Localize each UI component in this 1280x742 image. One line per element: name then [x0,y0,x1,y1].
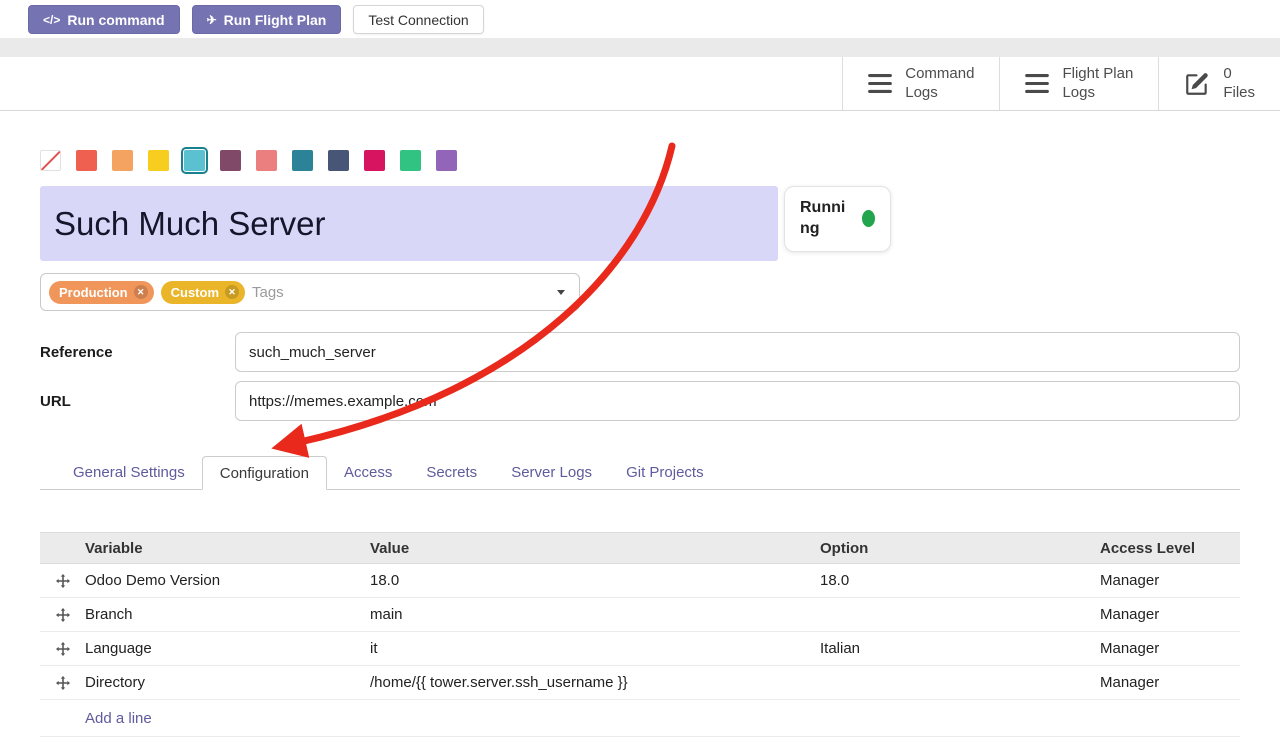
stat-command-logs-label: Command Logs [905,65,974,103]
tab-secrets[interactable]: Secrets [409,456,494,489]
color-swatch-navy[interactable] [328,150,349,171]
field-group: Reference URL [40,332,1240,421]
stat-files-label: 0 Files [1223,65,1255,103]
edit-icon [1184,71,1210,97]
cell-option[interactable]: Italian [820,640,1100,657]
plane-icon: ✈ [207,13,217,27]
tab-access[interactable]: Access [327,456,409,489]
color-swatch-yellow[interactable] [148,150,169,171]
color-swatch-orange[interactable] [112,150,133,171]
tags-placeholder: Tags [252,284,550,301]
tag-custom-label: Custom [171,285,219,300]
color-swatch-cyan-selected[interactable] [184,150,205,171]
remove-tag-icon[interactable]: ✕ [225,285,239,299]
tags-input[interactable]: Production ✕ Custom ✕ Tags [40,273,580,311]
tab-server-logs[interactable]: Server Logs [494,456,609,489]
cell-access-level[interactable]: Manager [1100,572,1240,589]
tab-git-projects[interactable]: Git Projects [609,456,721,489]
configuration-table: Variable Value Option Access Level Odoo … [40,532,1240,737]
color-swatch-dark-purple[interactable] [220,150,241,171]
run-command-label: Run command [67,12,164,28]
color-picker [40,149,1240,171]
table-row[interactable]: Branch main Manager [40,598,1240,632]
cell-option[interactable]: 18.0 [820,572,1100,589]
add-a-line-link[interactable]: Add a line [40,700,1240,737]
stat-command-logs[interactable]: Command Logs [842,57,999,110]
run-flight-plan-button[interactable]: ✈ Run Flight Plan [192,5,342,34]
cell-value[interactable]: it [370,640,820,657]
table-header-row: Variable Value Option Access Level [40,532,1240,564]
status-green-dot-icon [862,210,875,227]
table-row[interactable]: Language it Italian Manager [40,632,1240,666]
table-row[interactable]: Odoo Demo Version 18.0 18.0 Manager [40,564,1240,598]
cell-variable[interactable]: Directory [85,674,370,691]
url-input[interactable] [235,381,1240,421]
test-connection-label: Test Connection [368,12,468,28]
color-swatch-magenta[interactable] [364,150,385,171]
notebook-tabs: General Settings Configuration Access Se… [40,456,1240,490]
stat-flight-plan-logs[interactable]: Flight Plan Logs [999,57,1158,110]
cell-variable[interactable]: Language [85,640,370,657]
tag-production-label: Production [59,285,128,300]
url-label: URL [40,393,235,410]
run-flight-plan-label: Run Flight Plan [224,12,327,28]
cell-access-level[interactable]: Manager [1100,674,1240,691]
menu-icon [1025,74,1049,93]
color-swatch-salmon[interactable] [256,150,277,171]
cell-access-level[interactable]: Manager [1100,640,1240,657]
column-header-access-level: Access Level [1100,540,1240,557]
run-command-button[interactable]: </> Run command [28,5,180,34]
remove-tag-icon[interactable]: ✕ [134,285,148,299]
color-swatch-red[interactable] [76,150,97,171]
color-swatch-purple[interactable] [436,150,457,171]
cell-access-level[interactable]: Manager [1100,606,1240,623]
cell-value[interactable]: main [370,606,820,623]
color-swatch-none[interactable] [40,150,61,171]
test-connection-button[interactable]: Test Connection [353,5,483,34]
drag-handle-icon[interactable] [40,676,85,690]
color-swatch-teal[interactable] [292,150,313,171]
tag-production[interactable]: Production ✕ [49,281,154,304]
status-label: Running [800,198,852,240]
column-header-value: Value [370,540,820,557]
status-running-widget[interactable]: Running [784,186,891,252]
reference-label: Reference [40,344,235,361]
cell-value[interactable]: 18.0 [370,572,820,589]
cell-variable[interactable]: Odoo Demo Version [85,572,370,589]
code-icon: </> [43,13,60,27]
server-name-input[interactable]: Such Much Server [40,186,778,261]
dropdown-caret-icon[interactable] [557,290,565,295]
cell-value[interactable]: /home/{{ tower.server.ssh_username }} [370,674,820,691]
control-panel-strip [0,38,1280,57]
color-swatch-green[interactable] [400,150,421,171]
column-header-variable: Variable [85,540,370,557]
top-toolbar: </> Run command ✈ Run Flight Plan Test C… [0,0,1280,38]
stat-files[interactable]: 0 Files [1158,57,1280,110]
reference-input[interactable] [235,332,1240,372]
drag-handle-icon[interactable] [40,574,85,588]
table-row[interactable]: Directory /home/{{ tower.server.ssh_user… [40,666,1240,700]
tab-configuration[interactable]: Configuration [202,456,327,490]
tag-custom[interactable]: Custom ✕ [161,281,245,304]
stat-flight-plan-logs-label: Flight Plan Logs [1062,65,1133,103]
drag-handle-icon[interactable] [40,608,85,622]
cell-variable[interactable]: Branch [85,606,370,623]
menu-icon [868,74,892,93]
form-view: Such Much Server Running Production ✕ Cu… [0,149,1280,737]
title-row: Such Much Server Running [40,186,1240,261]
drag-handle-icon[interactable] [40,642,85,656]
header-bar: Command Logs Flight Plan Logs 0 Files [0,57,1280,111]
column-header-option: Option [820,540,1100,557]
tab-general-settings[interactable]: General Settings [56,456,202,489]
